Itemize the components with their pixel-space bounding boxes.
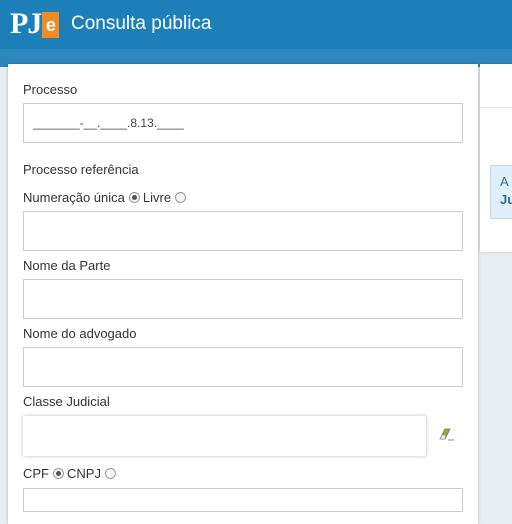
processo-label: Processo: [23, 82, 78, 97]
processo-referencia-label: Processo referência: [23, 162, 139, 177]
logo-badge: e: [42, 12, 60, 38]
numeracao-unica-label: Numeração única: [23, 190, 125, 205]
processo-referencia-input[interactable]: [23, 211, 463, 251]
side-panel: A Ju: [480, 64, 512, 252]
app-title: Consulta pública: [71, 13, 212, 34]
classe-judicial-label: Classe Judicial: [23, 394, 110, 409]
nome-advogado-input[interactable]: [23, 347, 463, 387]
info-alert: A Ju: [490, 165, 512, 219]
livre-label: Livre: [142, 190, 172, 205]
cnpj-label: CNPJ: [67, 466, 101, 481]
cpf-label: CPF: [23, 466, 49, 481]
pje-logo[interactable]: PJ e: [10, 6, 60, 42]
nome-advogado-label: Nome do advogado: [23, 326, 137, 341]
cpf-cnpj-input[interactable]: [23, 488, 463, 512]
nome-parte-input[interactable]: [23, 279, 463, 319]
side-panel-divider: [480, 107, 512, 108]
eraser-icon[interactable]: [437, 427, 455, 443]
logo-text: PJ: [10, 7, 42, 40]
nome-parte-label: Nome da Parte: [23, 258, 111, 273]
alert-text-2: Ju: [500, 192, 512, 207]
document-type-group: CPF CNPJ: [23, 466, 119, 482]
processo-input[interactable]: _______-__.____.8.13.____: [23, 103, 463, 143]
cpf-radio[interactable]: [53, 468, 64, 479]
livre-radio[interactable]: [175, 192, 187, 203]
classe-judicial-input[interactable]: [23, 416, 426, 456]
alert-text-1: A: [500, 174, 509, 189]
cnpj-radio[interactable]: [104, 468, 116, 479]
numeracao-unica-radio[interactable]: [128, 192, 140, 203]
referencia-type-group: Numeração única Livre: [23, 190, 189, 206]
header-bar: PJ e Consulta pública: [0, 0, 512, 49]
